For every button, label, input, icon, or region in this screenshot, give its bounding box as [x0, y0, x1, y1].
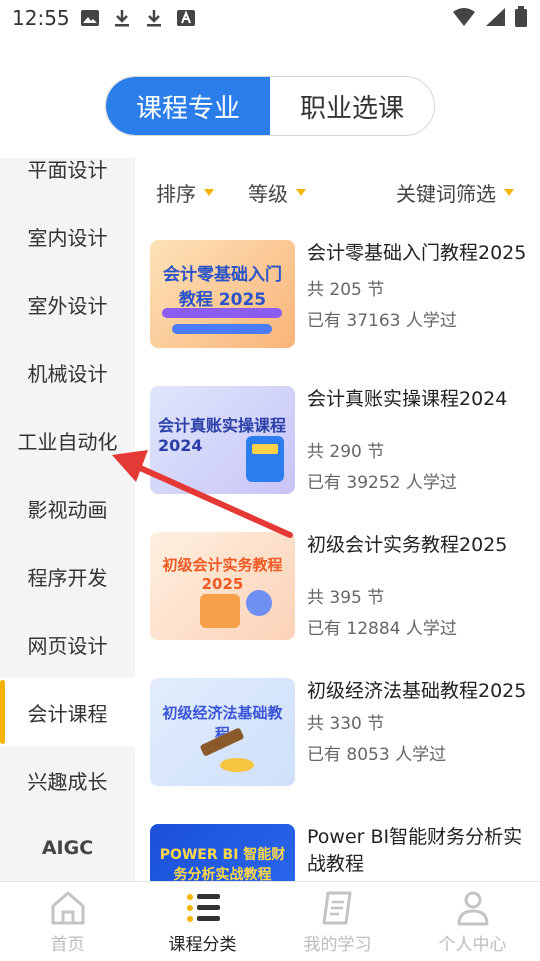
keyword-filter-label: 关键词筛选 — [396, 182, 496, 206]
sort-filter[interactable]: 排序 — [156, 178, 214, 207]
course-title: 初级会计实务教程2025 — [307, 534, 508, 556]
course-mode-tabs: 课程专业 职业选课 — [105, 76, 435, 136]
sidebar-item-graphic-design[interactable]: 平面设计 — [0, 158, 135, 202]
thumbnail-caption: POWER BI 智能财务分析实战教程 — [159, 847, 286, 881]
course-lesson-count: 共 290 节 — [307, 442, 385, 462]
thumbnail-caption: 初级会计实务教程 2025 — [162, 556, 283, 593]
sort-filter-label: 排序 — [156, 182, 196, 206]
course-lesson-count: 共 395 节 — [307, 588, 385, 608]
nav-my-learning[interactable]: 我的学习 — [270, 882, 405, 961]
keyword-filter[interactable]: 关键词筛选 — [396, 178, 514, 207]
sidebar-item-web-design[interactable]: 网页设计 — [0, 610, 135, 678]
nav-profile[interactable]: 个人中心 — [405, 882, 540, 961]
caret-down-icon — [204, 189, 214, 196]
nav-home[interactable]: 首页 — [0, 882, 135, 961]
bottom-nav: 首页 课程分类 我的学习 个人中心 — [0, 881, 540, 961]
wifi-icon — [453, 8, 475, 26]
category-sidebar[interactable]: 平面设计 室内设计 室外设计 机械设计 工业自动化 影视动画 程序开发 网页设计… — [0, 158, 135, 881]
status-time: 12:55 — [12, 6, 70, 30]
course-card[interactable]: POWER BI 智能财务分析实战教程 Power BI智能财务分析实战教程 — [150, 824, 530, 881]
course-thumbnail: 初级经济法基础教程 — [150, 678, 295, 786]
course-thumbnail: 初级会计实务教程 2025 — [150, 532, 295, 640]
home-icon — [51, 891, 84, 925]
course-card[interactable]: 初级经济法基础教程 初级经济法基础教程2025 共 330 节 已有 8053 … — [150, 678, 530, 788]
course-title: 会计零基础入门教程2025 — [307, 242, 527, 264]
list-icon — [186, 894, 220, 922]
course-thumbnail: 会计零基础入门教程 2025 — [150, 240, 295, 348]
course-learner-count: 已有 39252 人学过 — [307, 473, 457, 493]
signal-icon — [486, 8, 505, 26]
nav-course-category-label: 课程分类 — [168, 935, 237, 955]
course-card[interactable]: 初级会计实务教程 2025 初级会计实务教程2025 共 395 节 已有 12… — [150, 532, 530, 642]
notebook-icon — [322, 891, 351, 925]
battery-icon — [515, 6, 527, 27]
nav-home-label: 首页 — [50, 935, 85, 955]
course-title: 初级经济法基础教程2025 — [307, 680, 527, 702]
tab-career-course[interactable]: 职业选课 — [270, 77, 434, 135]
course-learner-count: 已有 8053 人学过 — [307, 745, 447, 765]
course-card[interactable]: 会计真账实操课程2024 会计真账实操课程2024 共 290 节 已有 392… — [150, 386, 530, 496]
caret-down-icon — [504, 189, 514, 196]
status-bar: 12:55 — [0, 0, 540, 40]
person-icon — [457, 891, 488, 926]
font-icon — [177, 10, 195, 26]
course-title: 会计真账实操课程2024 — [307, 388, 508, 410]
sidebar-item-exterior-design[interactable]: 室外设计 — [0, 270, 135, 338]
download-icon — [115, 10, 129, 27]
download-icon — [147, 10, 161, 27]
caret-down-icon — [296, 189, 306, 196]
sidebar-item-programming[interactable]: 程序开发 — [0, 542, 135, 610]
image-icon — [81, 10, 99, 26]
sidebar-item-accounting[interactable]: 会计课程 — [0, 678, 135, 746]
sidebar-item-industrial-automation[interactable]: 工业自动化 — [0, 406, 135, 474]
thumbnail-caption: 会计零基础入门教程 2025 — [163, 265, 282, 310]
sidebar-item-mechanical-design[interactable]: 机械设计 — [0, 338, 135, 406]
nav-course-category[interactable]: 课程分类 — [135, 882, 270, 961]
level-filter[interactable]: 等级 — [248, 178, 306, 207]
nav-profile-label: 个人中心 — [438, 935, 507, 955]
tab-course-major[interactable]: 课程专业 — [106, 77, 270, 135]
course-learner-count: 已有 12884 人学过 — [307, 619, 457, 639]
course-thumbnail: POWER BI 智能财务分析实战教程 — [150, 824, 295, 881]
sidebar-item-interior-design[interactable]: 室内设计 — [0, 202, 135, 270]
filter-bar: 排序 等级 关键词筛选 — [135, 168, 540, 214]
course-thumbnail: 会计真账实操课程2024 — [150, 386, 295, 494]
sidebar-item-aigc[interactable]: AIGC — [0, 814, 135, 881]
sidebar-item-hobby-growth[interactable]: 兴趣成长 — [0, 746, 135, 814]
sidebar-item-animation[interactable]: 影视动画 — [0, 474, 135, 542]
course-lesson-count: 共 330 节 — [307, 714, 385, 734]
course-title: Power BI智能财务分析实战教程 — [307, 826, 523, 875]
nav-my-learning-label: 我的学习 — [303, 935, 372, 955]
course-card[interactable]: 会计零基础入门教程 2025 会计零基础入门教程2025 共 205 节 已有 … — [150, 240, 530, 350]
level-filter-label: 等级 — [248, 182, 288, 206]
course-lesson-count: 共 205 节 — [307, 280, 385, 300]
course-learner-count: 已有 37163 人学过 — [307, 311, 457, 331]
